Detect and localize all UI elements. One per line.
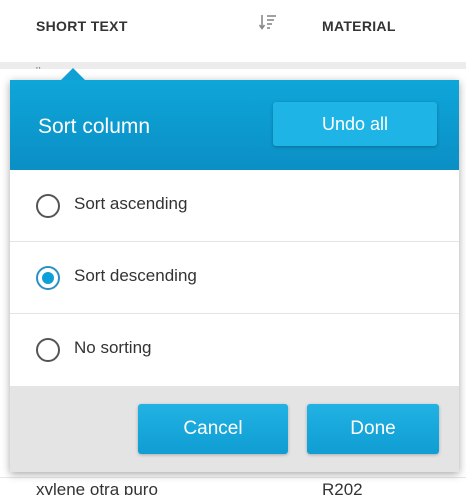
popover-header: Sort column Undo all	[10, 80, 459, 170]
option-label: Sort ascending	[74, 194, 188, 213]
undo-all-button[interactable]: Undo all	[273, 102, 437, 146]
sort-descending-icon[interactable]	[258, 12, 280, 34]
radio-no-sorting[interactable]	[36, 338, 60, 362]
table-cell-material: R202	[322, 480, 363, 495]
row-divider	[0, 477, 466, 478]
row-peek-char: ¨	[36, 64, 41, 80]
column-header-material[interactable]: MATERIAL	[322, 18, 396, 34]
popover-footer: Cancel Done	[10, 386, 459, 472]
option-no-sorting[interactable]: No sorting	[10, 314, 459, 386]
table-header: SHORT TEXT MATERIAL	[0, 0, 466, 62]
option-sort-ascending[interactable]: Sort ascending	[10, 170, 459, 242]
option-label: Sort descending	[74, 266, 197, 285]
option-label: No sorting	[74, 338, 152, 357]
screen: SHORT TEXT MATERIAL ¨ xylene otra puro R…	[0, 0, 466, 495]
column-header-short-text[interactable]: SHORT TEXT	[36, 18, 128, 34]
popover-title: Sort column	[38, 115, 151, 138]
sort-popover: Sort column Undo all Sort ascending Sort…	[10, 68, 459, 472]
radio-sort-ascending[interactable]	[36, 194, 60, 218]
cancel-button[interactable]: Cancel	[138, 404, 288, 454]
radio-sort-descending[interactable]	[36, 266, 60, 290]
option-sort-descending[interactable]: Sort descending	[10, 242, 459, 314]
sort-options: Sort ascending Sort descending No sortin…	[10, 170, 459, 386]
done-button[interactable]: Done	[307, 404, 439, 454]
table-cell-short-text: xylene otra puro	[36, 480, 158, 495]
